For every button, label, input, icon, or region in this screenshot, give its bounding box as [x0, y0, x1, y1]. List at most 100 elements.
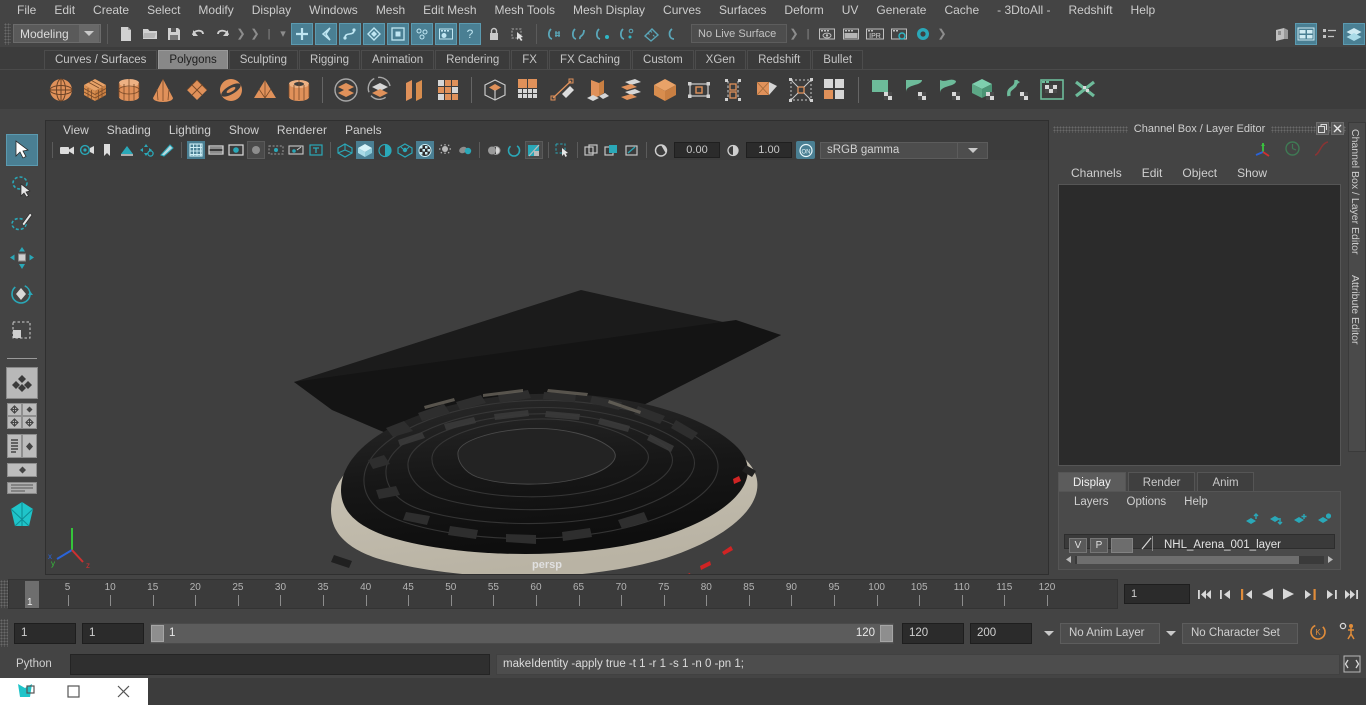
- layer-menu-options[interactable]: Options: [1118, 496, 1176, 508]
- menu-select[interactable]: Select: [138, 0, 189, 20]
- uv-editor-icon[interactable]: [865, 73, 899, 107]
- current-time-indicator[interactable]: 1: [25, 581, 39, 608]
- move-layer-up-icon[interactable]: [1245, 513, 1260, 529]
- ambient-occlusion-icon[interactable]: [456, 141, 474, 159]
- play-backwards-icon[interactable]: [1259, 585, 1276, 603]
- poly-cylinder-icon[interactable]: [112, 73, 146, 107]
- safe-action-icon[interactable]: [287, 141, 305, 159]
- poly-plane-icon[interactable]: [180, 73, 214, 107]
- poly-extrude-icon[interactable]: [580, 73, 614, 107]
- poly-torus-icon[interactable]: [214, 73, 248, 107]
- maximize-window-icon[interactable]: [49, 678, 98, 705]
- menu-help[interactable]: Help: [1122, 0, 1165, 20]
- status-line-grip[interactable]: [4, 22, 11, 45]
- layer-tab-display[interactable]: Display: [1058, 472, 1126, 492]
- gamma-field[interactable]: 1.00: [746, 142, 792, 158]
- axis-manipulator-icon[interactable]: [1255, 140, 1272, 160]
- menu-mesh[interactable]: Mesh: [367, 0, 414, 20]
- scrollbar-thumb[interactable]: [1077, 556, 1299, 564]
- 2d-pan-zoom-icon[interactable]: [138, 141, 156, 159]
- shelf-tab-rigging[interactable]: Rigging: [299, 50, 361, 69]
- uv-automatic-icon[interactable]: [967, 73, 1001, 107]
- poly-cone-icon[interactable]: [146, 73, 180, 107]
- select-tool[interactable]: [6, 134, 38, 166]
- anim-layer-dropdown-arrow[interactable]: [1038, 623, 1060, 644]
- poly-pyramid-icon[interactable]: [248, 73, 282, 107]
- poly-circularize-icon[interactable]: [784, 73, 818, 107]
- playback-start-time-field[interactable]: 1: [82, 622, 144, 644]
- poly-multicut-icon[interactable]: [546, 73, 580, 107]
- menu-generate[interactable]: Generate: [867, 0, 935, 20]
- viewport-menu-shading[interactable]: Shading: [98, 121, 160, 140]
- undo-icon[interactable]: [187, 23, 209, 45]
- anti-alias-icon[interactable]: [505, 141, 523, 159]
- poly-append-icon[interactable]: [682, 73, 716, 107]
- film-gate-icon[interactable]: [207, 141, 225, 159]
- channel-menu-edit[interactable]: Edit: [1132, 166, 1173, 180]
- poly-quad-draw-icon[interactable]: [818, 73, 852, 107]
- move-tool[interactable]: [6, 242, 38, 274]
- ipr-render-icon[interactable]: IPR: [864, 23, 886, 45]
- auto-keyframe-icon[interactable]: K: [1308, 622, 1328, 644]
- poly-combine-icon[interactable]: [329, 73, 363, 107]
- playback-end-time-field[interactable]: 120: [902, 622, 964, 644]
- viewport-3d-scene[interactable]: y x z persp: [46, 160, 1048, 574]
- menu-file[interactable]: File: [8, 0, 45, 20]
- maya-app-icon[interactable]: [0, 678, 49, 705]
- poly-bevel-icon[interactable]: [614, 73, 648, 107]
- command-language-label[interactable]: Python: [0, 658, 70, 670]
- uv-unfold-icon[interactable]: [1001, 73, 1035, 107]
- menuset-selector[interactable]: Modeling: [13, 24, 101, 43]
- range-slider-grip[interactable]: [0, 619, 8, 647]
- curve-icon[interactable]: [1313, 140, 1330, 160]
- close-icon[interactable]: [1331, 122, 1344, 135]
- uv-cut-sew-icon[interactable]: [1069, 73, 1103, 107]
- animation-preferences-icon[interactable]: [1338, 622, 1358, 644]
- layer-playback-toggle[interactable]: P: [1090, 537, 1108, 553]
- poly-separate-icon[interactable]: [363, 73, 397, 107]
- menu-edit[interactable]: Edit: [45, 0, 84, 20]
- wireframe-icon[interactable]: [336, 141, 354, 159]
- character-set-selector[interactable]: No Character Set: [1182, 622, 1298, 644]
- persp-outliner-layout-icon[interactable]: [7, 434, 37, 458]
- render-current-frame-icon[interactable]: [840, 23, 862, 45]
- undock-icon[interactable]: [1316, 122, 1329, 135]
- poly-layout-quad-icon[interactable]: [6, 367, 38, 399]
- step-back-keyframe-icon[interactable]: [1217, 585, 1234, 603]
- shelf-tab-curves-surfaces[interactable]: Curves / Surfaces: [44, 50, 158, 69]
- step-forward-keyframe-icon[interactable]: [1322, 585, 1339, 603]
- poly-cube-icon[interactable]: [78, 73, 112, 107]
- shelf-tab-redshift[interactable]: Redshift: [747, 50, 812, 69]
- multisample-icon[interactable]: [525, 141, 543, 159]
- scroll-left-arrow-icon[interactable]: [1064, 553, 1073, 567]
- render-settings-icon[interactable]: [888, 23, 910, 45]
- xray-active-components-icon[interactable]: [623, 141, 641, 159]
- select-by-component-icon[interactable]: [339, 22, 361, 45]
- layer-color-swatch[interactable]: [1111, 537, 1133, 553]
- poly-fill-hole-icon[interactable]: [750, 73, 784, 107]
- shadows-icon[interactable]: [436, 141, 454, 159]
- menu-surfaces[interactable]: Surfaces: [710, 0, 775, 20]
- character-set-dropdown-arrow[interactable]: [1160, 623, 1182, 644]
- save-scene-icon[interactable]: [163, 23, 185, 45]
- smooth-shade-icon[interactable]: [356, 141, 374, 159]
- layer-row[interactable]: V P NHL_Arena_001_layer: [1065, 535, 1334, 555]
- shelf-tab-bullet[interactable]: Bullet: [812, 50, 864, 69]
- lasso-select-tool[interactable]: [6, 170, 38, 202]
- single-persp-layout-icon[interactable]: [7, 482, 37, 494]
- use-all-lights-icon[interactable]: [416, 141, 434, 159]
- viewport-menu-renderer[interactable]: Renderer: [268, 121, 336, 140]
- range-slider-left-handle[interactable]: [151, 624, 164, 642]
- command-input[interactable]: [70, 653, 490, 675]
- select-hierarchy-icon[interactable]: [363, 22, 385, 45]
- image-plane-icon[interactable]: [118, 141, 136, 159]
- shelf-tab-sculpting[interactable]: Sculpting: [228, 50, 299, 69]
- viewport-menu-lighting[interactable]: Lighting: [160, 121, 220, 140]
- shelf-tab-animation[interactable]: Animation: [361, 50, 435, 69]
- motion-blur-icon[interactable]: [485, 141, 503, 159]
- film-origin-icon[interactable]: [267, 141, 285, 159]
- shelf-tab-custom[interactable]: Custom: [632, 50, 694, 69]
- channel-menu-object[interactable]: Object: [1172, 166, 1227, 180]
- layer-tab-render[interactable]: Render: [1127, 472, 1196, 492]
- menu-create[interactable]: Create: [84, 0, 138, 20]
